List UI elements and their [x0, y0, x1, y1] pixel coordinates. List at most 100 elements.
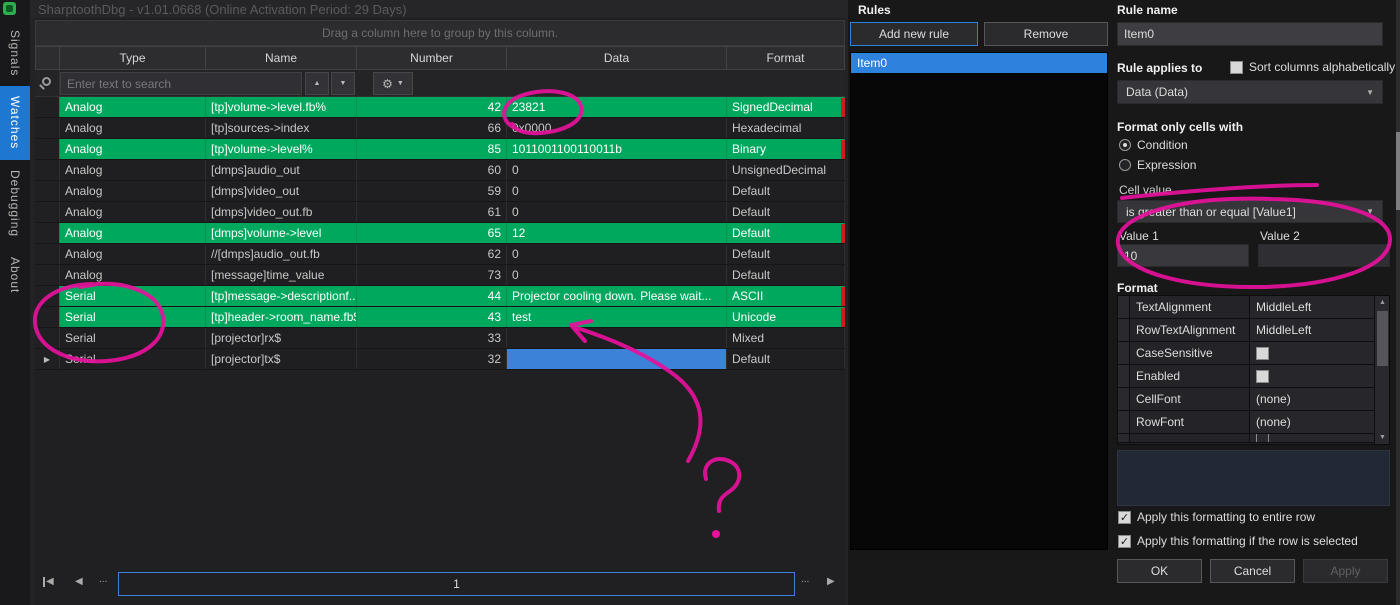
- property-value[interactable]: MiddleLeft: [1250, 296, 1374, 318]
- name-cell[interactable]: [tp]volume->level.fb%: [206, 97, 357, 117]
- table-row[interactable]: ▶ Analog [dmps]volume->level 65 12 Defau…: [35, 223, 845, 244]
- type-cell[interactable]: Analog: [60, 160, 206, 180]
- table-row[interactable]: ▶ Analog [dmps]video_out 59 0 Default: [35, 181, 845, 202]
- row-expander-icon[interactable]: ▶: [44, 355, 50, 364]
- property-row[interactable]: TextAlignment MiddleLeft: [1118, 296, 1374, 319]
- pager-ellipsis-left[interactable]: ...: [99, 574, 107, 585]
- type-cell[interactable]: Analog: [60, 223, 206, 243]
- sort-columns-checkbox[interactable]: Sort columns alphabetically: [1230, 60, 1395, 74]
- name-cell[interactable]: [tp]volume->level%: [206, 139, 357, 159]
- cancel-button[interactable]: Cancel: [1210, 559, 1295, 583]
- rule-name-input[interactable]: [1117, 22, 1383, 46]
- column-header[interactable]: Data: [507, 46, 727, 70]
- next-page-button[interactable]: ▶: [827, 576, 835, 587]
- format-cell[interactable]: Default: [727, 265, 845, 285]
- property-value[interactable]: MiddleLeft: [1250, 319, 1374, 341]
- data-cell[interactable]: 0: [507, 202, 727, 222]
- format-cell[interactable]: Default: [727, 244, 845, 264]
- number-cell[interactable]: 43: [357, 307, 507, 327]
- property-row[interactable]: CellFont (none): [1118, 388, 1374, 411]
- table-row[interactable]: ▶ Analog [tp]volume->level% 85 101100110…: [35, 139, 845, 160]
- format-cell[interactable]: Binary: [727, 139, 845, 159]
- property-row[interactable]: Enabled: [1118, 365, 1374, 388]
- number-cell[interactable]: 85: [357, 139, 507, 159]
- name-cell[interactable]: [message]time_value: [206, 265, 357, 285]
- column-header[interactable]: Name: [206, 46, 357, 70]
- number-cell[interactable]: 42: [357, 97, 507, 117]
- scroll-up-icon[interactable]: ▲: [1375, 299, 1389, 306]
- sidebar-tab[interactable]: Debugging: [0, 160, 30, 247]
- number-cell[interactable]: 62: [357, 244, 507, 264]
- current-page-box[interactable]: 1: [118, 572, 795, 596]
- rule-list-item[interactable]: Item0: [851, 53, 1107, 73]
- table-row[interactable]: ▶ Analog [tp]sources->index 66 0x0000 He…: [35, 118, 845, 139]
- scrollbar-thumb[interactable]: [1377, 311, 1388, 366]
- condition-radio[interactable]: Condition: [1119, 138, 1188, 152]
- type-cell[interactable]: Analog: [60, 202, 206, 222]
- table-row[interactable]: ▶ Serial [projector]rx$ 33 Mixed: [35, 328, 845, 349]
- table-row[interactable]: ▶ Analog [tp]volume->level.fb% 42 23821 …: [35, 97, 845, 118]
- name-cell[interactable]: [dmps]video_out: [206, 181, 357, 201]
- format-cell[interactable]: ASCII: [727, 286, 845, 306]
- data-cell[interactable]: [507, 328, 727, 348]
- apply-if-selected-checkbox[interactable]: Apply this formatting if the row is sele…: [1118, 534, 1358, 548]
- table-row[interactable]: ▶ Serial [tp]header->room_name.fb$ 43 te…: [35, 307, 845, 328]
- value2-input[interactable]: [1258, 244, 1390, 267]
- number-cell[interactable]: 73: [357, 265, 507, 285]
- sidebar-tab[interactable]: Watches: [0, 86, 30, 160]
- type-cell[interactable]: Serial: [60, 328, 206, 348]
- data-cell[interactable]: 0: [507, 160, 727, 180]
- group-by-drop-zone[interactable]: Drag a column here to group by this colu…: [35, 20, 845, 46]
- first-page-button[interactable]: ◀: [43, 576, 54, 587]
- column-header[interactable]: Number: [357, 46, 507, 70]
- table-row[interactable]: ▶ Serial [tp]message->descriptionf... 44…: [35, 286, 845, 307]
- name-cell[interactable]: //[dmps]audio_out.fb: [206, 244, 357, 264]
- type-cell[interactable]: Analog: [60, 244, 206, 264]
- data-cell[interactable]: 1011001100110011b: [507, 139, 727, 159]
- type-cell[interactable]: Analog: [60, 265, 206, 285]
- name-cell[interactable]: [dmps]audio_out: [206, 160, 357, 180]
- scroll-down-icon[interactable]: ▼: [1375, 434, 1389, 441]
- expression-radio[interactable]: Expression: [1119, 158, 1196, 172]
- previous-page-button[interactable]: ◀: [75, 576, 83, 587]
- number-cell[interactable]: 44: [357, 286, 507, 306]
- number-cell[interactable]: 61: [357, 202, 507, 222]
- type-cell[interactable]: Serial: [60, 349, 206, 369]
- search-prev-button[interactable]: ▲: [305, 72, 329, 95]
- add-new-rule-button[interactable]: Add new rule: [850, 22, 978, 46]
- type-cell[interactable]: Analog: [60, 139, 206, 159]
- number-cell[interactable]: 60: [357, 160, 507, 180]
- search-next-button[interactable]: ▼: [331, 72, 355, 95]
- sidebar-tab[interactable]: About: [0, 247, 30, 303]
- format-cell[interactable]: Default: [727, 349, 845, 369]
- ok-button[interactable]: OK: [1117, 559, 1202, 583]
- format-cell[interactable]: Unicode: [727, 307, 845, 327]
- format-cell[interactable]: UnsignedDecimal: [727, 160, 845, 180]
- format-cell[interactable]: Mixed: [727, 328, 845, 348]
- property-row[interactable]: CaseSensitive: [1118, 342, 1374, 365]
- property-value[interactable]: [1250, 365, 1374, 387]
- condition-dropdown[interactable]: is greater than or equal [Value1] ▼: [1117, 200, 1383, 223]
- property-value[interactable]: (none): [1250, 388, 1374, 410]
- data-cell[interactable]: 23821: [507, 97, 727, 117]
- data-cell[interactable]: 0x0000: [507, 118, 727, 138]
- table-row[interactable]: ▶ Analog [message]time_value 73 0 Defaul…: [35, 265, 845, 286]
- name-cell[interactable]: [tp]message->descriptionf...: [206, 286, 357, 306]
- name-cell[interactable]: [projector]rx$: [206, 328, 357, 348]
- column-header[interactable]: Type: [60, 46, 206, 70]
- data-cell[interactable]: 0: [507, 244, 727, 264]
- number-cell[interactable]: 33: [357, 328, 507, 348]
- data-cell[interactable]: Projector cooling down. Please wait...: [507, 286, 727, 306]
- table-row[interactable]: ▶ Serial [projector]tx$ 32 Default: [35, 349, 845, 370]
- value1-input[interactable]: [1117, 244, 1249, 267]
- apply-button[interactable]: Apply: [1303, 559, 1388, 583]
- number-cell[interactable]: 65: [357, 223, 507, 243]
- number-cell[interactable]: 59: [357, 181, 507, 201]
- window-scrollbar[interactable]: [1396, 0, 1400, 605]
- rule-applies-dropdown[interactable]: Data (Data) ▼: [1117, 80, 1383, 104]
- type-cell[interactable]: Serial: [60, 286, 206, 306]
- search-options-button[interactable]: ⚙ ▼: [373, 72, 413, 95]
- format-cell[interactable]: Default: [727, 223, 845, 243]
- apply-entire-row-checkbox[interactable]: Apply this formatting to entire row: [1118, 510, 1315, 524]
- type-cell[interactable]: Analog: [60, 97, 206, 117]
